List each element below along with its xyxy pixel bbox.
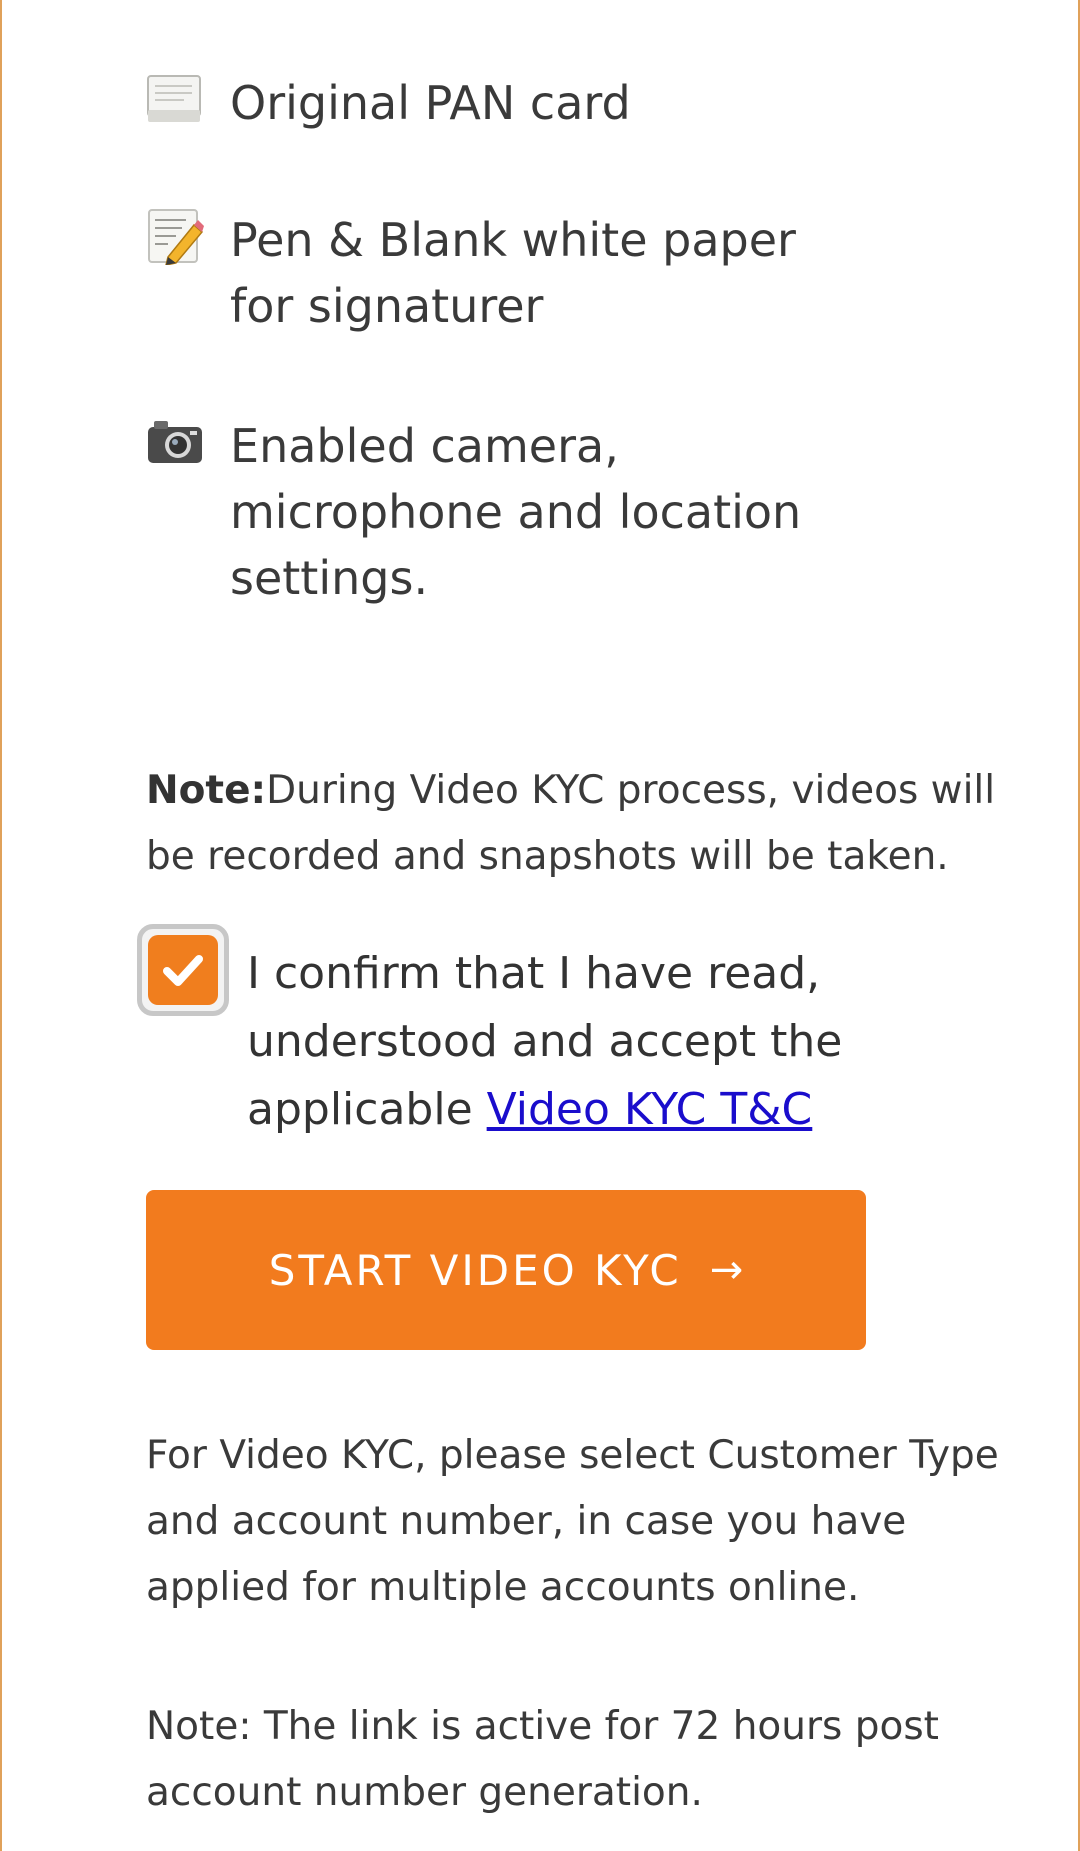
consent-checkbox[interactable]	[137, 924, 229, 1016]
memo-pencil-icon	[148, 209, 204, 265]
camera-icon	[148, 421, 202, 463]
pan-card-icon	[147, 75, 201, 122]
requirement-pen-paper: Pen & Blank white paper for signaturer	[146, 207, 850, 339]
requirement-camera-settings: Enabled camera, microphone and location …	[146, 413, 850, 611]
requirement-label: Enabled camera, microphone and location …	[230, 419, 802, 605]
checkbox-fill	[148, 935, 218, 1005]
customer-type-info: For Video KYC, please select Customer Ty…	[146, 1433, 999, 1610]
consent-text: I confirm that I have read, understood a…	[247, 940, 1037, 1144]
requirement-label: Original PAN card	[230, 76, 631, 130]
video-kyc-tc-link[interactable]: Video KYC T&C	[487, 1084, 813, 1135]
start-video-kyc-button[interactable]: START VIDEO KYC →	[146, 1190, 866, 1350]
note-label: Note:	[146, 768, 267, 813]
video-kyc-note: Note:During Video KYC process, videos wi…	[146, 758, 1006, 890]
arrow-right-icon: →	[709, 1247, 744, 1293]
requirement-label: Pen & Blank white paper for signaturer	[230, 213, 796, 333]
checkmark-icon	[163, 955, 203, 986]
requirement-pan-card: Original PAN card	[146, 70, 850, 136]
start-button-label: START VIDEO KYC	[268, 1245, 682, 1295]
link-expiry-note: Note: The link is active for 72 hours po…	[146, 1704, 939, 1815]
note-text: During Video KYC process, videos will be…	[146, 768, 996, 879]
